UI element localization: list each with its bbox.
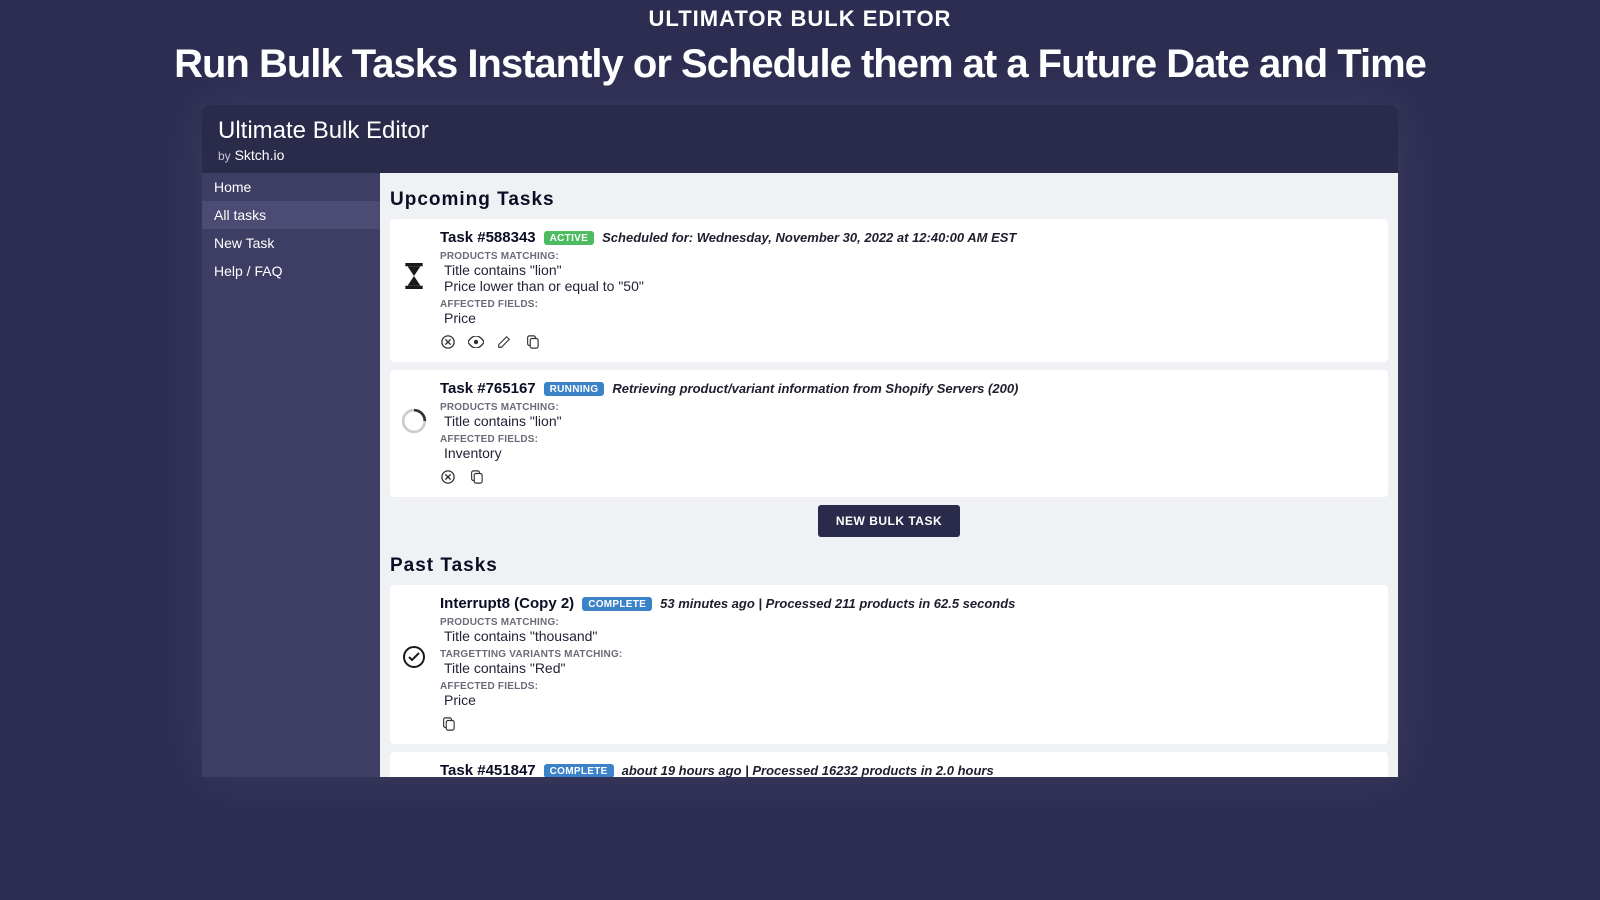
affected-fields-label: AFFECTED FIELDS: [440, 434, 1378, 445]
task-meta: Retrieving product/variant information f… [612, 381, 1018, 396]
promo-title: ULTIMATOR BULK EDITOR [0, 0, 1600, 32]
view-icon[interactable] [468, 334, 484, 350]
task-title: Task #588343 [440, 229, 536, 246]
app-name: Ultimate Bulk Editor [218, 117, 1382, 145]
section-title-past: Past Tasks [390, 555, 1388, 577]
task-title: Interrupt8 (Copy 2) [440, 595, 574, 612]
sidebar-item-home[interactable]: Home [202, 173, 380, 201]
status-badge: COMPLETE [582, 597, 652, 611]
status-badge: RUNNING [544, 382, 605, 396]
edit-icon[interactable] [496, 334, 512, 350]
sidebar: Home All tasks New Task Help / FAQ [202, 173, 380, 777]
sidebar-item-help[interactable]: Help / FAQ [202, 257, 380, 285]
products-matching-label: PRODUCTS MATCHING: [440, 617, 1378, 628]
sidebar-item-new-task[interactable]: New Task [202, 229, 380, 257]
by-label: by [218, 149, 231, 163]
task-title: Task #451847 [440, 762, 536, 777]
check-circle-icon [400, 595, 428, 669]
copy-icon[interactable] [524, 334, 540, 350]
affected-fields-label: AFFECTED FIELDS: [440, 299, 1378, 310]
products-matching-label: PRODUCTS MATCHING: [440, 402, 1378, 413]
products-matching-label: PRODUCTS MATCHING: [440, 251, 1378, 262]
promo-subtitle: Run Bulk Tasks Instantly or Schedule the… [0, 42, 1600, 87]
cancel-icon[interactable] [440, 469, 456, 485]
app-author[interactable]: Sktch.io [235, 147, 285, 163]
targetting-variants-label: TARGETTING VARIANTS MATCHING: [440, 649, 1378, 660]
matching-line: Price lower than or equal to "50" [444, 278, 1378, 294]
matching-line: Title contains "lion" [444, 413, 1378, 429]
task-title: Task #765167 [440, 380, 536, 397]
task-card: Task #451847 COMPLETE about 19 hours ago… [390, 752, 1388, 777]
status-badge: ACTIVE [544, 231, 594, 245]
affected-fields-label: AFFECTED FIELDS: [440, 681, 1378, 692]
matching-line: Title contains "thousand" [444, 628, 1378, 644]
app-header: Ultimate Bulk Editor by Sktch.io [202, 105, 1398, 173]
task-card: Task #765167 RUNNING Retrieving product/… [390, 370, 1388, 497]
spinner-icon [400, 380, 428, 434]
task-meta: 53 minutes ago | Processed 211 products … [660, 596, 1015, 611]
check-circle-icon [400, 762, 428, 777]
task-card: Interrupt8 (Copy 2) COMPLETE 53 minutes … [390, 585, 1388, 744]
hourglass-icon [400, 229, 428, 289]
copy-icon[interactable] [468, 469, 484, 485]
section-title-upcoming: Upcoming Tasks [390, 189, 1388, 211]
new-bulk-task-button[interactable]: NEW BULK TASK [818, 505, 960, 537]
matching-line: Title contains "lion" [444, 262, 1378, 278]
app-frame: Ultimate Bulk Editor by Sktch.io Home Al… [202, 105, 1398, 777]
app-byline: by Sktch.io [218, 147, 1382, 163]
task-meta: Scheduled for: Wednesday, November 30, 2… [602, 230, 1016, 245]
affected-line: Price [444, 310, 1378, 326]
cancel-icon[interactable] [440, 334, 456, 350]
status-badge: COMPLETE [544, 764, 614, 778]
copy-icon[interactable] [440, 716, 456, 732]
task-meta: about 19 hours ago | Processed 16232 pro… [622, 763, 994, 777]
affected-line: Inventory [444, 445, 1378, 461]
task-card: Task #588343 ACTIVE Scheduled for: Wedne… [390, 219, 1388, 362]
affected-line: Price [444, 692, 1378, 708]
variant-matching-line: Title contains "Red" [444, 660, 1378, 676]
main-content: Upcoming Tasks Task #588343 ACTIVE Sched… [380, 173, 1398, 777]
sidebar-item-all-tasks[interactable]: All tasks [202, 201, 380, 229]
